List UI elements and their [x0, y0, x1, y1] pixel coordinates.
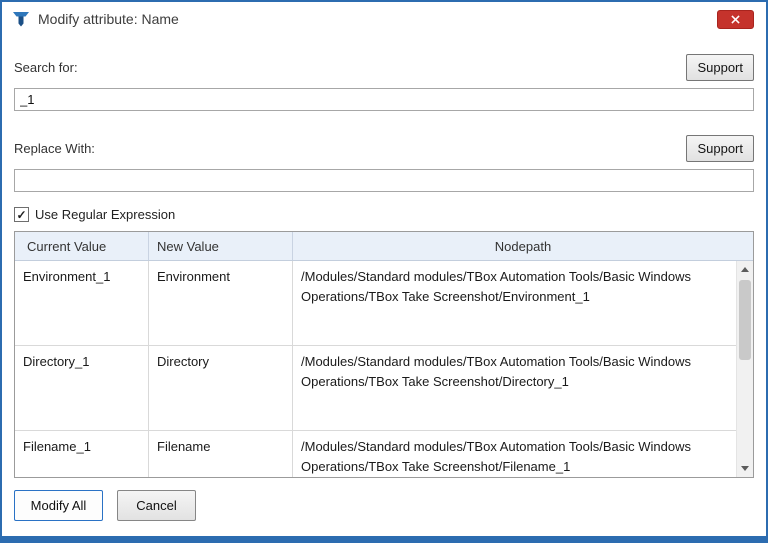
close-button[interactable] [717, 10, 754, 29]
use-regex-row: ✓ Use Regular Expression [14, 207, 754, 222]
scroll-up-button[interactable] [737, 261, 753, 278]
tosca-app-icon [12, 10, 30, 28]
down-arrow-icon [741, 466, 749, 471]
dialog-footer: Modify All Cancel [14, 490, 754, 521]
cell-new-value: Directory [149, 346, 293, 430]
scroll-down-button[interactable] [737, 460, 753, 477]
modify-attribute-dialog: Modify attribute: Name Search for: Suppo… [0, 0, 768, 543]
cell-current-value: Filename_1 [15, 431, 149, 477]
titlebar: Modify attribute: Name [2, 2, 766, 36]
dialog-content: Search for: Support Replace With: Suppor… [2, 36, 766, 536]
table-row[interactable]: Directory_1 Directory /Modules/Standard … [15, 346, 736, 431]
cell-nodepath: /Modules/Standard modules/TBox Automatio… [293, 431, 736, 477]
use-regex-checkbox[interactable]: ✓ [14, 207, 29, 222]
cell-new-value: Filename [149, 431, 293, 477]
window-title: Modify attribute: Name [38, 11, 717, 27]
table-row[interactable]: Filename_1 Filename /Modules/Standard mo… [15, 431, 736, 477]
replace-with-label: Replace With: [14, 141, 95, 156]
table-body: Environment_1 Environment /Modules/Stand… [15, 261, 736, 477]
search-input[interactable] [14, 88, 754, 111]
results-table: Current Value New Value Nodepath Environ… [14, 231, 754, 478]
replace-support-button[interactable]: Support [686, 135, 754, 162]
header-current-value[interactable]: Current Value [15, 232, 149, 260]
table-row[interactable]: Environment_1 Environment /Modules/Stand… [15, 261, 736, 346]
header-new-value[interactable]: New Value [149, 232, 293, 260]
table-body-area: Environment_1 Environment /Modules/Stand… [15, 261, 753, 477]
cancel-button[interactable]: Cancel [117, 490, 196, 521]
up-arrow-icon [741, 267, 749, 272]
cell-nodepath: /Modules/Standard modules/TBox Automatio… [293, 346, 736, 430]
scrollbar-track[interactable] [737, 278, 753, 460]
search-support-button[interactable]: Support [686, 54, 754, 81]
scrollbar-thumb[interactable] [739, 280, 751, 360]
modify-all-button[interactable]: Modify All [14, 490, 103, 521]
header-nodepath[interactable]: Nodepath [293, 232, 753, 260]
replace-input[interactable] [14, 169, 754, 192]
cell-nodepath: /Modules/Standard modules/TBox Automatio… [293, 261, 736, 345]
search-for-header: Search for: Support [14, 54, 754, 81]
search-for-label: Search for: [14, 60, 78, 75]
table-header-row: Current Value New Value Nodepath [15, 232, 753, 261]
table-scrollbar[interactable] [736, 261, 753, 477]
checkmark-icon: ✓ [16, 209, 26, 221]
cell-current-value: Environment_1 [15, 261, 149, 345]
cell-new-value: Environment [149, 261, 293, 345]
cell-current-value: Directory_1 [15, 346, 149, 430]
use-regex-label: Use Regular Expression [35, 207, 175, 222]
replace-with-header: Replace With: Support [14, 135, 754, 162]
close-icon [731, 15, 740, 24]
